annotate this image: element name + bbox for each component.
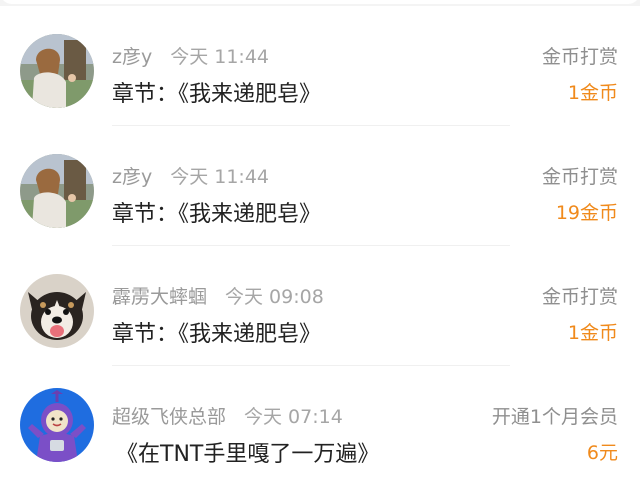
reward-type: 金币打赏 bbox=[541, 166, 618, 188]
reward-list-card: z彦y 今天 11:44 章节：《我来递肥皂》 金币打赏 1金币 z彦y 今天 … bbox=[0, 6, 640, 485]
girl-painting-avatar[interactable] bbox=[20, 154, 94, 228]
timestamp: 今天 11:44 bbox=[170, 46, 270, 68]
chapter-text[interactable]: 章节：《我来递肥皂》 bbox=[112, 316, 321, 348]
username[interactable]: z彦y 今天 11:44 bbox=[112, 162, 269, 189]
reward-row[interactable]: z彦y 今天 11:44 章节：《我来递肥皂》 金币打赏 1金币 bbox=[0, 6, 640, 126]
chapter-text[interactable]: 章节：《我来递肥皂》 bbox=[112, 76, 321, 108]
timestamp: 今天 07:14 bbox=[244, 406, 343, 428]
reward-type: 开通1个月会员 bbox=[491, 406, 618, 428]
username[interactable]: 霹雳大蟀蝈 今天 09:08 bbox=[112, 282, 324, 309]
username-text[interactable]: z彦y bbox=[112, 46, 152, 68]
reward-amount: 19金币 bbox=[555, 202, 618, 224]
username[interactable]: z彦y 今天 11:44 bbox=[112, 42, 269, 69]
username-text[interactable]: 霹雳大蟀蝈 bbox=[112, 286, 207, 308]
reward-row[interactable]: 超级飞侠总部 今天 07:14 《在TNT手里嘎了一万遍》 开通1个月会员 6元 bbox=[0, 366, 640, 485]
username-text[interactable]: 超级飞侠总部 bbox=[112, 406, 226, 428]
book-title-text[interactable]: 《在TNT手里嘎了一万遍》 bbox=[116, 436, 379, 468]
dog-avatar[interactable] bbox=[20, 274, 94, 348]
timestamp: 今天 09:08 bbox=[225, 286, 324, 308]
teletubby-avatar[interactable] bbox=[20, 388, 94, 462]
reward-type: 金币打赏 bbox=[541, 46, 618, 68]
chapter-text[interactable]: 章节：《我来递肥皂》 bbox=[112, 196, 321, 228]
top-card-edge bbox=[0, 0, 640, 4]
reward-amount: 6元 bbox=[586, 442, 618, 464]
timestamp: 今天 11:44 bbox=[170, 166, 270, 188]
username-text[interactable]: z彦y bbox=[112, 166, 152, 188]
reward-row[interactable]: z彦y 今天 11:44 章节：《我来递肥皂》 金币打赏 19金币 bbox=[0, 126, 640, 246]
reward-list-screen: z彦y 今天 11:44 章节：《我来递肥皂》 金币打赏 1金币 z彦y 今天 … bbox=[0, 0, 640, 485]
username[interactable]: 超级飞侠总部 今天 07:14 bbox=[112, 402, 343, 429]
reward-amount: 1金币 bbox=[567, 322, 618, 344]
reward-type: 金币打赏 bbox=[541, 286, 618, 308]
reward-row[interactable]: 霹雳大蟀蝈 今天 09:08 章节：《我来递肥皂》 金币打赏 1金币 bbox=[0, 246, 640, 366]
reward-amount: 1金币 bbox=[567, 82, 618, 104]
girl-painting-avatar[interactable] bbox=[20, 34, 94, 108]
